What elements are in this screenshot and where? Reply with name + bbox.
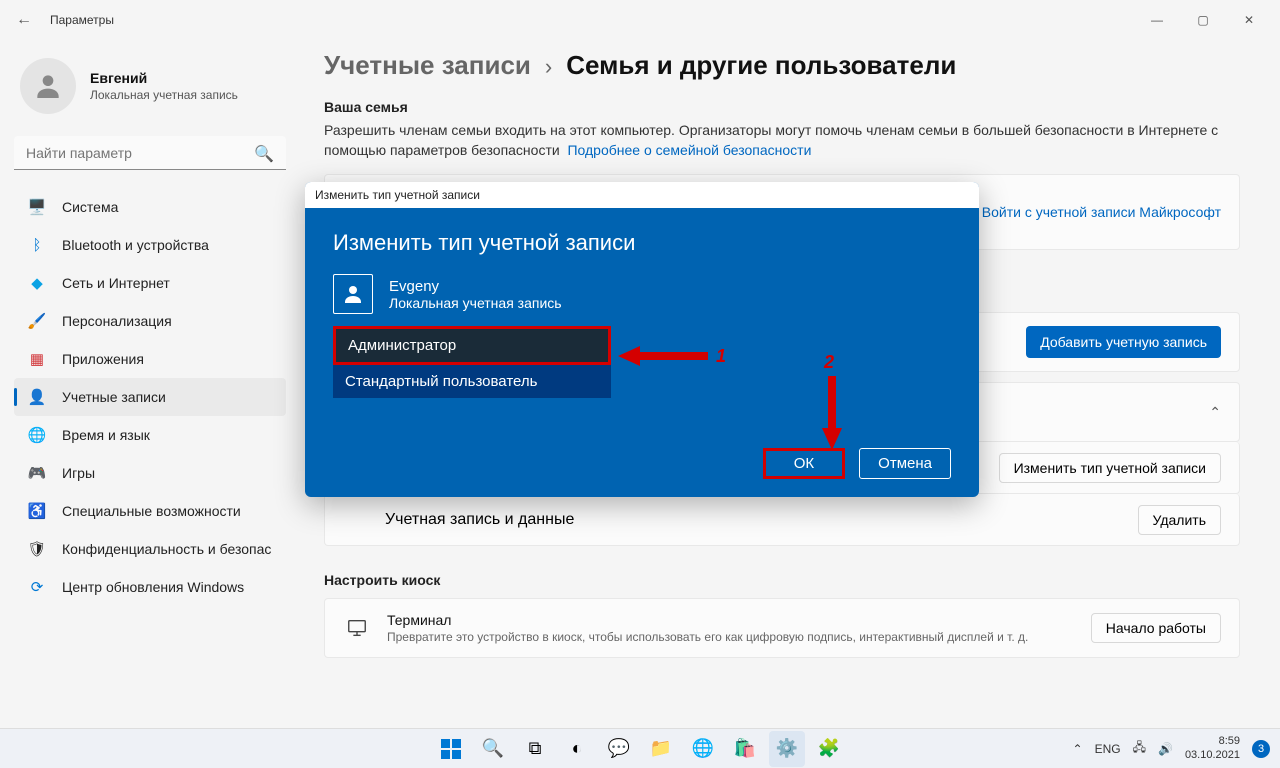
taskbar-center: 🔍 ⧉ ◐ 💬 📁 🌐 🛍️ ⚙️ 🧩 [433,731,847,767]
nav-apps[interactable]: ▦Приложения [14,340,286,378]
family-safety-link[interactable]: Подробнее о семейной безопасности [567,142,811,158]
ok-button[interactable]: ОК [763,448,845,479]
nav-time-language[interactable]: 🌐Время и язык [14,416,286,454]
account-data-label: Учетная запись и данные [385,511,574,529]
nav-network[interactable]: ◆Сеть и Интернет [14,264,286,302]
account-type-dropdown[interactable]: Администратор Стандартный пользователь [333,326,611,398]
nav-bluetooth[interactable]: ᛒBluetooth и устройства [14,226,286,264]
nav-privacy[interactable]: 🛡Конфиденциальность и безопас [14,530,286,568]
settings-icon[interactable]: ⚙️ [769,731,805,767]
close-button[interactable]: ✕ [1226,4,1272,36]
task-view-icon[interactable]: ⧉ [517,731,553,767]
page-title: Семья и другие пользователи [566,50,956,81]
family-section-desc: Разрешить членам семьи входить на этот к… [324,121,1240,160]
terminal-icon [343,617,371,639]
chevron-right-icon: › [545,54,552,80]
nav-windows-update[interactable]: ⟳Центр обновления Windows [14,568,286,606]
start-button[interactable] [433,731,469,767]
dialog-user-row: Evgeny Локальная учетная запись [333,274,951,314]
ms-signin-link[interactable]: Войти с учетной записи Майкрософт [982,204,1221,220]
change-account-type-button[interactable]: Изменить тип учетной записи [999,453,1221,483]
delete-account-button[interactable]: Удалить [1138,505,1221,535]
kiosk-start-button[interactable]: Начало работы [1091,613,1221,643]
search-icon: 🔍 [254,144,274,164]
user-name: Евгений [90,70,238,86]
notification-badge[interactable]: 3 [1252,740,1270,758]
dialog-user-sub: Локальная учетная запись [389,295,562,311]
person-icon [333,274,373,314]
option-standard-user[interactable]: Стандартный пользователь [333,365,611,398]
update-icon: ⟳ [24,578,50,596]
chevron-up-icon: ⌃ [1209,404,1221,421]
gamepad-icon: 🎮 [24,464,50,482]
clock[interactable]: 8:59 03.10.2021 [1185,735,1240,761]
language-indicator[interactable]: ENG [1095,742,1121,756]
display-icon: 🖥️ [24,198,50,216]
account-data-row: Учетная запись и данные Удалить [324,494,1240,546]
cancel-button[interactable]: Отмена [859,448,951,479]
kiosk-sub: Превратите это устройство в киоск, чтобы… [387,630,1028,644]
nav-accessibility[interactable]: ♿Специальные возможности [14,492,286,530]
change-account-type-dialog: Изменить тип учетной записи Изменить тип… [305,182,979,497]
accessibility-icon: ♿ [24,502,50,520]
search-input[interactable] [14,136,286,170]
avatar [20,58,76,114]
breadcrumb: Учетные записи › Семья и другие пользова… [324,50,1240,81]
bluetooth-icon: ᛒ [24,237,50,254]
tray-overflow-icon[interactable]: ⌃ [1073,742,1083,756]
option-administrator[interactable]: Администратор [333,326,611,365]
breadcrumb-parent[interactable]: Учетные записи [324,50,531,81]
edge-icon[interactable]: 🌐 [685,731,721,767]
file-explorer-icon[interactable]: 📁 [643,731,679,767]
nav-personalization[interactable]: 🖌️Персонализация [14,302,286,340]
dialog-user-name: Evgeny [389,278,562,295]
dialog-heading: Изменить тип учетной записи [333,230,951,256]
window-title: Параметры [50,13,114,27]
volume-icon[interactable]: 🔊 [1158,742,1173,756]
current-user-block[interactable]: Евгений Локальная учетная запись [14,40,286,136]
app-icon[interactable]: 🧩 [811,731,847,767]
back-button[interactable]: ← [8,11,40,29]
search-box[interactable]: 🔍 [14,136,286,170]
apps-icon: ▦ [24,350,50,368]
network-icon[interactable]: 🖧 [1133,738,1146,759]
sidebar: Евгений Локальная учетная запись 🔍 🖥️Сис… [0,40,300,728]
nav-accounts[interactable]: 👤Учетные записи [14,378,286,416]
dialog-titlebar: Изменить тип учетной записи [305,182,979,208]
globe-icon: 🌐 [24,426,50,444]
add-account-button[interactable]: Добавить учетную запись [1026,326,1221,358]
family-section-title: Ваша семья [324,99,1240,115]
wifi-icon: ◆ [24,274,50,292]
system-tray: ⌃ ENG 🖧 🔊 8:59 03.10.2021 3 [1073,735,1280,761]
shield-icon: 🛡 [24,540,50,558]
brush-icon: 🖌️ [24,312,50,330]
person-icon: 👤 [24,388,50,406]
window-titlebar: ← Параметры ― ▢ ✕ [0,0,1280,40]
minimize-button[interactable]: ― [1134,4,1180,36]
user-subtitle: Локальная учетная запись [90,88,238,102]
widgets-icon[interactable]: ◐ [559,731,595,767]
taskbar-search-icon[interactable]: 🔍 [475,731,511,767]
nav-gaming[interactable]: 🎮Игры [14,454,286,492]
maximize-button[interactable]: ▢ [1180,4,1226,36]
taskbar: 🔍 ⧉ ◐ 💬 📁 🌐 🛍️ ⚙️ 🧩 ⌃ ENG 🖧 🔊 8:59 03.10… [0,728,1280,768]
kiosk-section-title: Настроить киоск [324,572,1240,588]
kiosk-title: Терминал [387,612,1028,628]
nav-list: 🖥️Система ᛒBluetooth и устройства ◆Сеть … [14,188,286,606]
kiosk-card: Терминал Превратите это устройство в кио… [324,598,1240,658]
nav-system[interactable]: 🖥️Система [14,188,286,226]
chat-icon[interactable]: 💬 [601,731,637,767]
store-icon[interactable]: 🛍️ [727,731,763,767]
